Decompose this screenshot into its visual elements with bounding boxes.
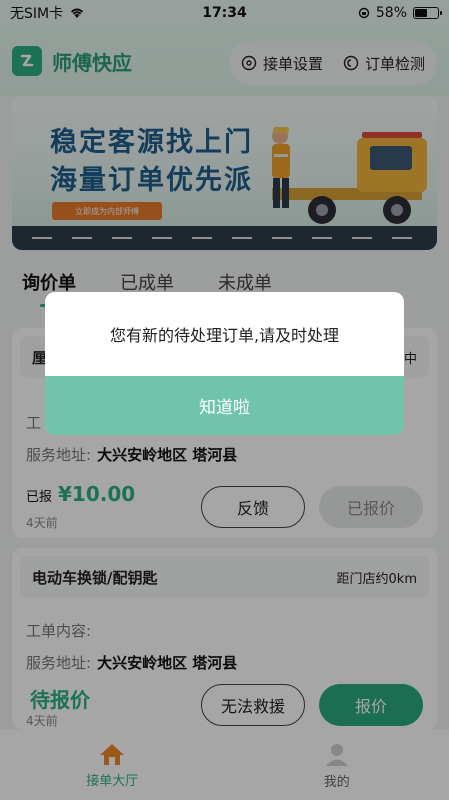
dialog-message: 您有新的待处理订单,请及时处理 bbox=[109, 326, 340, 345]
dialog-confirm-button[interactable]: 知道啦 bbox=[45, 376, 404, 435]
new-order-dialog: 您有新的待处理订单,请及时处理 知道啦 bbox=[45, 292, 404, 435]
